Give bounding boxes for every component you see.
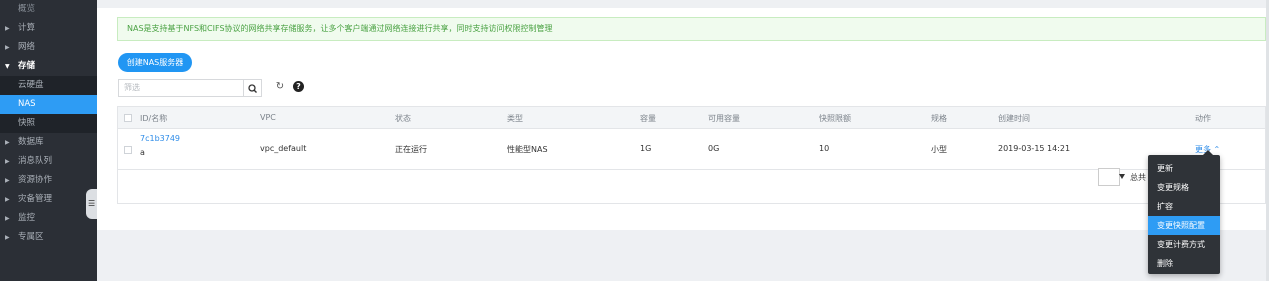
column-header: 规格 [931, 114, 947, 123]
menu-item-delete[interactable]: 删除 [1148, 254, 1220, 273]
column-header: ID/名称 [140, 114, 168, 123]
chevron-right-icon: ▶ [5, 234, 10, 241]
menu-item-change-billing[interactable]: 变更计费方式 [1148, 235, 1220, 254]
main-content: NAS是支持基于NFS和CIFS协议的网络共享存储服务，让多个客户端通过网络连接… [97, 0, 1266, 281]
filter-input[interactable]: 筛选 [118, 79, 244, 97]
chevron-right-icon: ▶ [5, 177, 10, 184]
search-icon [248, 84, 257, 93]
status-cell: 正在运行 [395, 145, 427, 154]
row-checkbox[interactable] [124, 146, 132, 154]
sidebar-item-storage[interactable]: ▼ 存储 [0, 57, 97, 76]
action-menu: 更新 变更规格 扩容 变更快照配置 变更计费方式 删除 [1148, 155, 1220, 274]
column-header: 快照限额 [819, 114, 851, 123]
chevron-right-icon: ▶ [5, 139, 10, 146]
sidebar-item-network[interactable]: ▶ 网络 [0, 38, 97, 57]
create-nas-button[interactable]: 创建NAS服务器 [118, 53, 192, 72]
capacity-cell: 1G [640, 144, 652, 153]
menu-item-update[interactable]: 更新 [1148, 159, 1220, 178]
chevron-down-icon [1119, 174, 1125, 179]
column-header: 可用容量 [708, 114, 740, 123]
sidebar-item-disaster-recovery[interactable]: ▶ 灾备管理 [0, 190, 97, 209]
chevron-right-icon: ▶ [5, 158, 10, 165]
column-header: 容量 [640, 114, 656, 123]
chevron-right-icon: ▶ [5, 215, 10, 222]
available-cell: 0G [708, 144, 720, 153]
column-header: 状态 [395, 114, 411, 123]
sidebar-item-collaboration[interactable]: ▶ 资源协作 [0, 171, 97, 190]
nas-id-link[interactable]: 7c1b3749 [140, 134, 180, 143]
help-icon[interactable]: ? [293, 81, 304, 92]
table-header: ID/名称 VPC 状态 类型 容量 可用容量 快照限额 规格 创建时间 动作 [118, 107, 1265, 129]
table-row[interactable]: 7c1b3749 a vpc_default 正在运行 性能型NAS 1G 0G… [118, 129, 1265, 170]
chevron-down-icon: ▼ [5, 63, 10, 70]
sidebar-item-cloud-disk[interactable]: 云硬盘 [0, 76, 97, 95]
sidebar-item-dedicated-zone[interactable]: ▶ 专属区 [0, 228, 97, 247]
menu-item-change-spec[interactable]: 变更规格 [1148, 178, 1220, 197]
column-header: 动作 [1195, 114, 1211, 123]
chevron-right-icon: ▶ [5, 25, 10, 32]
sidebar-item-message-queue[interactable]: ▶ 消息队列 [0, 152, 97, 171]
info-notice: NAS是支持基于NFS和CIFS协议的网络共享存储服务，让多个客户端通过网络连接… [117, 17, 1266, 41]
type-cell: 性能型NAS [507, 145, 548, 154]
select-all-checkbox[interactable] [124, 114, 132, 122]
sidebar-item-database[interactable]: ▶ 数据库 [0, 133, 97, 152]
sidebar-item-snapshot[interactable]: 快照 [0, 114, 97, 133]
menu-item-change-snapshot-config[interactable]: 变更快照配置 [1148, 216, 1220, 235]
column-header: 创建时间 [998, 114, 1030, 123]
menu-collapse-icon: ☰ [88, 199, 96, 208]
sidebar-item-overview[interactable]: 概览 [0, 0, 97, 19]
nas-name: a [140, 148, 145, 157]
column-header: 类型 [507, 114, 523, 123]
created-time-cell: 2019-03-15 14:21 [998, 144, 1071, 153]
nas-table: ID/名称 VPC 状态 类型 容量 可用容量 快照限额 规格 创建时间 动作 … [117, 106, 1266, 204]
spec-cell: 小型 [931, 145, 947, 154]
chevron-right-icon: ▶ [5, 44, 10, 51]
vpc-cell: vpc_default [260, 144, 307, 153]
page-size-select[interactable] [1098, 168, 1120, 186]
search-button[interactable] [244, 79, 262, 97]
sidebar-item-compute[interactable]: ▶ 计算 [0, 19, 97, 38]
sidebar-item-nas[interactable]: NAS [0, 95, 97, 114]
chevron-right-icon: ▶ [5, 196, 10, 203]
column-header: VPC [260, 113, 276, 122]
sidebar-item-monitor[interactable]: ▶ 监控 [0, 209, 97, 228]
refresh-icon[interactable]: ↻ [273, 80, 287, 94]
menu-item-expand[interactable]: 扩容 [1148, 197, 1220, 216]
sidebar: 概览 ▶ 计算 ▶ 网络 ▼ 存储 云硬盘 NAS 快照 ▶ 数据库 ▶ 消息队列 ▶ 资源… [0, 0, 97, 281]
snapshot-quota-cell: 10 [819, 144, 830, 153]
